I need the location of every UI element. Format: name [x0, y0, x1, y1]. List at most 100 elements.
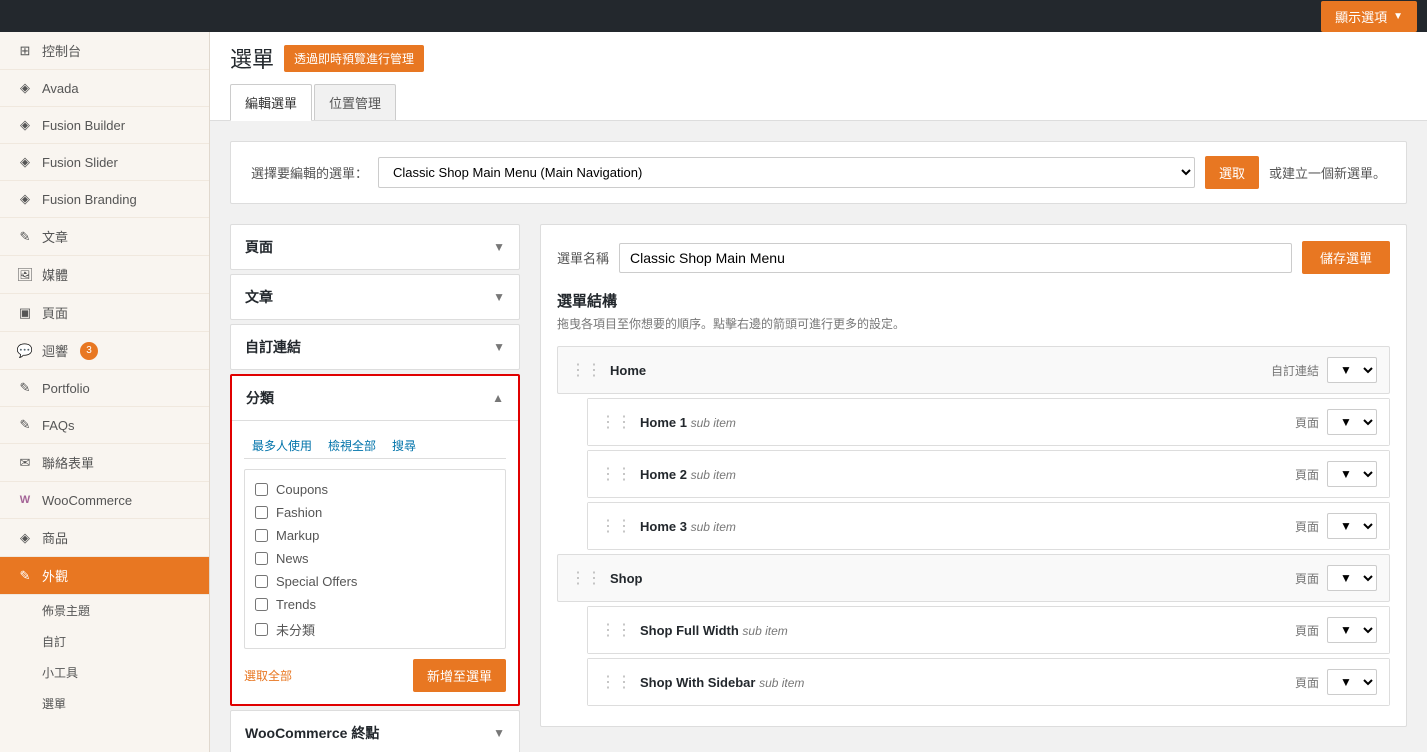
- accordion-pages-header[interactable]: 頁面 ▼: [231, 225, 519, 269]
- menu-item-home-header[interactable]: ⋮⋮ Home 自訂連結 ▼: [558, 347, 1389, 393]
- drag-handle-icon: ⋮⋮: [600, 620, 632, 640]
- structure-title: 選單結構: [557, 290, 1390, 311]
- category-checkbox-uncategorized[interactable]: [255, 623, 268, 636]
- menu-item-shop: ⋮⋮ Shop 頁面 ▼: [557, 554, 1390, 602]
- category-item-uncategorized[interactable]: 未分類: [253, 616, 497, 643]
- category-item-coupons[interactable]: Coupons: [253, 478, 497, 501]
- menu-item-shop-sidebar-header[interactable]: ⋮⋮ Shop With Sidebar sub item 頁面 ▼: [588, 659, 1389, 705]
- main-header: 選單 透過即時預覽進行管理 編輯選單 位置管理: [210, 32, 1427, 121]
- accordion-pages-label: 頁面: [245, 237, 273, 257]
- category-checkbox-markup[interactable]: [255, 529, 268, 542]
- chevron-down-icon: ▼: [493, 290, 505, 304]
- menu-item-shop-header[interactable]: ⋮⋮ Shop 頁面 ▼: [558, 555, 1389, 601]
- select-menu-button[interactable]: 選取: [1205, 156, 1259, 189]
- menu-name-label: 選單名稱: [557, 248, 609, 267]
- accordion-articles-header[interactable]: 文章 ▼: [231, 275, 519, 319]
- category-checkbox-special-offers[interactable]: [255, 575, 268, 588]
- save-menu-button[interactable]: 儲存選單: [1302, 241, 1390, 274]
- sidebar-item-label: 外觀: [42, 566, 68, 585]
- tab-manage-locations[interactable]: 位置管理: [314, 84, 396, 120]
- tab-search[interactable]: 搜尋: [384, 433, 424, 458]
- sidebar-item-appearance[interactable]: ✎ 外觀: [0, 557, 209, 595]
- category-item-special-offers[interactable]: Special Offers: [253, 570, 497, 593]
- sidebar-item-fusion-slider[interactable]: ◈ Fusion Slider: [0, 144, 209, 181]
- menu-item-shop-sidebar-dropdown[interactable]: ▼: [1327, 669, 1377, 695]
- sidebar: ⊞ 控制台 ◈ Avada ◈ Fusion Builder ◈ Fusion …: [0, 32, 210, 752]
- accordion-categories-label: 分類: [246, 388, 274, 408]
- menu-item-home3-header[interactable]: ⋮⋮ Home 3 sub item 頁面 ▼: [588, 503, 1389, 549]
- select-all-link[interactable]: 選取全部: [244, 667, 292, 684]
- sidebar-item-comments[interactable]: 💬 迴響 3: [0, 332, 209, 370]
- sidebar-item-portfolio[interactable]: ✎ Portfolio: [0, 370, 209, 407]
- sidebar-item-contact[interactable]: ✉ 聯絡表單: [0, 444, 209, 482]
- main-content: 選單 透過即時預覽進行管理 編輯選單 位置管理 選擇要編輯的選單： Classi…: [210, 32, 1427, 752]
- sidebar-item-customize[interactable]: 自訂: [32, 626, 209, 657]
- accordion-pages: 頁面 ▼: [230, 224, 520, 270]
- category-item-trends[interactable]: Trends: [253, 593, 497, 616]
- category-checkbox-trends[interactable]: [255, 598, 268, 611]
- category-item-fashion[interactable]: Fashion: [253, 501, 497, 524]
- tab-most-used[interactable]: 最多人使用: [244, 433, 320, 458]
- sidebar-item-label: 文章: [42, 227, 68, 246]
- menu-item-shop-sidebar-left: ⋮⋮ Shop With Sidebar sub item: [600, 672, 804, 692]
- menu-item-home3-type: 頁面: [1295, 518, 1319, 535]
- menu-item-home1-dropdown[interactable]: ▼: [1327, 409, 1377, 435]
- sidebar-item-fusion-branding[interactable]: ◈ Fusion Branding: [0, 181, 209, 218]
- category-item-news[interactable]: News: [253, 547, 497, 570]
- drag-handle-icon: ⋮⋮: [570, 568, 602, 588]
- sidebar-item-widgets[interactable]: 小工具: [32, 657, 209, 688]
- category-checkbox-fashion[interactable]: [255, 506, 268, 519]
- menu-item-home-left: ⋮⋮ Home: [570, 360, 646, 380]
- menu-name-input[interactable]: [619, 243, 1292, 273]
- sidebar-item-products[interactable]: ◈ 商品: [0, 519, 209, 557]
- display-options-button[interactable]: 顯示選項 ▼: [1321, 1, 1417, 32]
- sidebar-item-menus[interactable]: 選單: [32, 688, 209, 719]
- tab-view-all[interactable]: 檢視全部: [320, 433, 384, 458]
- category-checkbox-coupons[interactable]: [255, 483, 268, 496]
- accordion-custom-links-header[interactable]: 自訂連結 ▼: [231, 325, 519, 369]
- accordion-categories-header[interactable]: 分類 ▲: [232, 376, 518, 420]
- menu-item-home: ⋮⋮ Home 自訂連結 ▼: [557, 346, 1390, 394]
- menu-item-shop-full-width-dropdown[interactable]: ▼: [1327, 617, 1377, 643]
- drag-handle-icon: ⋮⋮: [570, 360, 602, 380]
- sidebar-item-faqs[interactable]: ✎ FAQs: [0, 407, 209, 444]
- accordion-woocommerce-header[interactable]: WooCommerce 終點 ▼: [231, 711, 519, 752]
- menu-item-home-dropdown[interactable]: ▼: [1327, 357, 1377, 383]
- preview-button[interactable]: 透過即時預覽進行管理: [284, 45, 424, 72]
- menu-item-home3-right: 頁面 ▼: [1295, 513, 1377, 539]
- sidebar-item-pages[interactable]: ▣ 頁面: [0, 294, 209, 332]
- sidebar-item-dashboard[interactable]: ⊞ 控制台: [0, 32, 209, 70]
- menu-name-row: 選單名稱 儲存選單: [557, 241, 1390, 274]
- sidebar-item-fusion-builder[interactable]: ◈ Fusion Builder: [0, 107, 209, 144]
- accordion-categories: 分類 ▲ 最多人使用 檢視全部 搜尋: [230, 374, 520, 706]
- menu-item-home2: ⋮⋮ Home 2 sub item 頁面 ▼: [587, 450, 1390, 498]
- menu-item-shop-left: ⋮⋮ Shop: [570, 568, 643, 588]
- menu-item-home2-dropdown[interactable]: ▼: [1327, 461, 1377, 487]
- category-checkbox-news[interactable]: [255, 552, 268, 565]
- fusion-slider-icon: ◈: [16, 153, 34, 171]
- menu-select-row: 選擇要編輯的選單： Classic Shop Main Menu (Main N…: [230, 141, 1407, 204]
- menu-select-dropdown[interactable]: Classic Shop Main Menu (Main Navigation): [378, 157, 1195, 188]
- sidebar-item-themes[interactable]: 佈景主題: [32, 595, 209, 626]
- sidebar-item-articles[interactable]: ✎ 文章: [0, 218, 209, 256]
- menu-item-home2-header[interactable]: ⋮⋮ Home 2 sub item 頁面 ▼: [588, 451, 1389, 497]
- drag-handle-icon: ⋮⋮: [600, 516, 632, 536]
- sidebar-item-media[interactable]: 🖼 媒體: [0, 256, 209, 294]
- menu-item-shop-dropdown[interactable]: ▼: [1327, 565, 1377, 591]
- category-item-markup[interactable]: Markup: [253, 524, 497, 547]
- menu-item-home3-title: Home 3 sub item: [640, 519, 736, 534]
- sidebar-item-label: Fusion Slider: [42, 155, 118, 170]
- menu-item-home3-dropdown[interactable]: ▼: [1327, 513, 1377, 539]
- menu-item-home1-header[interactable]: ⋮⋮ Home 1 sub item 頁面 ▼: [588, 399, 1389, 445]
- menu-item-shop-full-width-header[interactable]: ⋮⋮ Shop Full Width sub item 頁面 ▼: [588, 607, 1389, 653]
- menu-item-shop-type: 頁面: [1295, 570, 1319, 587]
- fusion-branding-icon: ◈: [16, 190, 34, 208]
- right-panel: 選單名稱 儲存選單 選單結構 拖曳各項目至你想要的順序。點擊右邊的箭頭可進行更多…: [540, 224, 1407, 727]
- portfolio-icon: ✎: [16, 379, 34, 397]
- add-to-menu-button[interactable]: 新增至選單: [413, 659, 506, 692]
- category-label: Coupons: [276, 482, 328, 497]
- category-label: Trends: [276, 597, 316, 612]
- sidebar-item-woocommerce[interactable]: W WooCommerce: [0, 482, 209, 519]
- sidebar-item-avada[interactable]: ◈ Avada: [0, 70, 209, 107]
- tab-edit-menu[interactable]: 編輯選單: [230, 84, 312, 121]
